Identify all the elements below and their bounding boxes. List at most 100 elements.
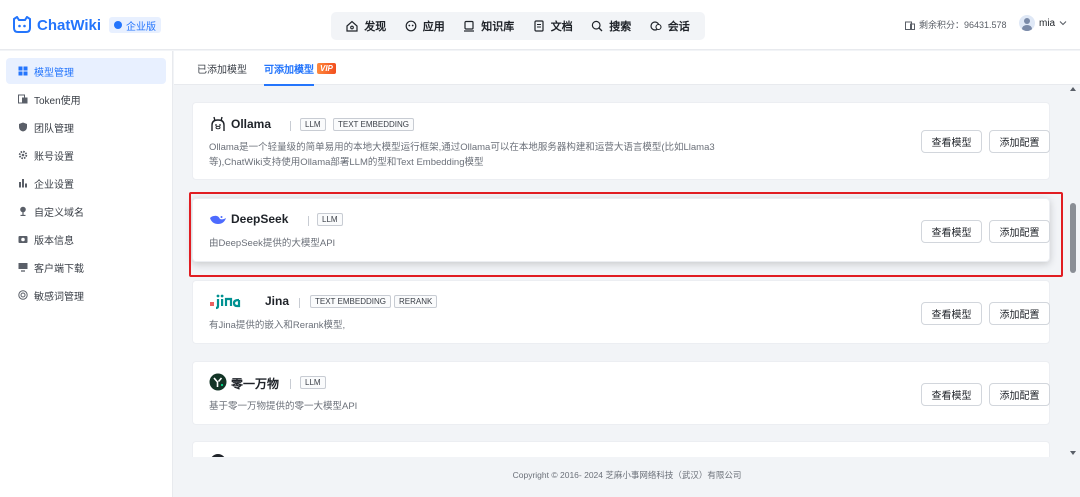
sidebar-item-token-usage[interactable]: Token使用 — [6, 86, 166, 112]
tab-label: 已添加模型 — [197, 64, 247, 76]
sidebar-item-account-settings[interactable]: 账号设置 — [6, 142, 166, 168]
enterprise-icon — [19, 179, 27, 188]
scroll-down-icon[interactable] — [1069, 449, 1077, 457]
knowledge-base-icon — [464, 20, 475, 32]
logo[interactable]: ChatWiki 企业版 — [12, 14, 162, 36]
model-name: Ollama — [231, 117, 272, 131]
jina-logo-icon — [210, 294, 241, 310]
sidebar-item-version-info[interactable]: 版本信息 — [6, 226, 166, 252]
nav-label: 文档 — [550, 21, 573, 33]
nav-chat[interactable]: 会话 — [646, 15, 694, 37]
sidebar-item-label: 账号设置 — [34, 151, 74, 163]
sidebar-item-sensitive-words[interactable]: 敏感词管理 — [6, 282, 166, 308]
chevron-down-icon — [1059, 21, 1067, 26]
sidebar-item-model-management[interactable]: 模型管理 — [6, 58, 166, 84]
model-name: 零一万物 — [231, 377, 280, 391]
title-divider — [308, 216, 309, 226]
nav-documents[interactable]: 文档 — [529, 15, 577, 37]
nav-discover[interactable]: 发现 — [342, 15, 390, 37]
search-icon — [592, 20, 603, 32]
model-card-yi: 零一万物 LLM 基于零一万物提供的零一大模型API 查看模型 添加配置 — [192, 361, 1050, 425]
model-tag: LLM — [317, 213, 343, 226]
title-divider — [299, 298, 300, 308]
sidebar-item-label: 客户端下载 — [34, 263, 84, 275]
avatar — [1019, 15, 1035, 31]
model-description: Ollama是一个轻量级的简单易用的本地大模型运行框架,通过Ollama可以在本… — [209, 142, 715, 168]
nav-search[interactable]: 搜索 — [587, 15, 635, 37]
scroll-thumb[interactable] — [1070, 203, 1076, 273]
model-tabs: 已添加模型 可添加模型 VIP — [174, 51, 1080, 86]
footer-copyright: Copyright © 2016- 2024 芝麻小事网络科技（武汉）有限公司 — [512, 470, 742, 480]
sidebar-item-label: 企业设置 — [34, 179, 74, 191]
tab-label: 可添加模型 — [264, 64, 314, 76]
sidebar: 模型管理 Token使用 团队管理 账号设置 企业设置 自定义域名 版本信息 客… — [0, 51, 173, 497]
main-content: 已添加模型 可添加模型 VIP Ollama LLM TEXT EMBEDDIN… — [174, 51, 1080, 497]
document-icon — [534, 20, 544, 32]
tab-added-models[interactable]: 已添加模型 — [197, 51, 247, 85]
user-name: mia — [1039, 17, 1056, 29]
title-divider — [290, 121, 291, 131]
user-menu[interactable]: mia — [1019, 15, 1067, 31]
sidebar-item-enterprise-settings[interactable]: 企业设置 — [6, 170, 166, 196]
add-config-button[interactable]: 添加配置 — [989, 220, 1050, 243]
model-tag: TEXT EMBEDDING — [333, 118, 414, 131]
download-icon — [18, 263, 28, 272]
sidebar-item-label: Token使用 — [34, 95, 81, 107]
sidebar-item-team-management[interactable]: 团队管理 — [6, 114, 166, 140]
account-settings-icon — [18, 150, 28, 160]
nav-knowledge-base[interactable]: 知识库 — [459, 15, 518, 37]
model-card-deepseek: DeepSeek LLM 由DeepSeek提供的大模型API 查看模型 添加配… — [192, 198, 1050, 262]
edition-badge: 企业版 — [109, 17, 162, 33]
app-name: ChatWiki — [37, 16, 102, 34]
deepseek-logo-icon — [210, 215, 226, 224]
add-config-button[interactable]: 添加配置 — [989, 302, 1050, 325]
sidebar-item-client-download[interactable]: 客户端下载 — [6, 254, 166, 280]
chatwiki-logo-icon — [13, 16, 31, 33]
model-description: 由DeepSeek提供的大模型API — [209, 238, 336, 249]
points-label: 剩余积分：96431.578 — [919, 20, 1007, 30]
model-description: 有Jina提供的嵌入和Rerank模型, — [209, 320, 346, 331]
version-icon — [18, 236, 28, 243]
model-description: 基于零一万物提供的零一大模型API — [209, 401, 358, 412]
edition-dot-icon — [114, 21, 123, 29]
nav-label: 搜索 — [609, 21, 632, 33]
model-tag: LLM — [300, 118, 326, 131]
model-name: Jina — [265, 294, 290, 308]
nav-label: 发现 — [364, 21, 387, 33]
tab-available-models[interactable]: 可添加模型 VIP — [264, 51, 336, 86]
points-balance: 剩余积分：96431.578 — [905, 18, 1007, 31]
nav-label: 会话 — [667, 21, 690, 33]
title-divider — [290, 379, 291, 389]
model-tag: RERANK — [394, 295, 438, 308]
add-config-button[interactable]: 添加配置 — [989, 383, 1050, 406]
view-models-button[interactable]: 查看模型 — [921, 130, 982, 153]
nav-label: 应用 — [422, 21, 445, 33]
model-card-ollama: Ollama LLM TEXT EMBEDDING Ollama是一个轻量级的简… — [192, 102, 1050, 180]
yi-logo-icon — [209, 373, 227, 391]
model-name: DeepSeek — [231, 212, 289, 226]
team-icon — [19, 122, 27, 132]
discover-icon — [346, 20, 358, 32]
chat-icon — [650, 21, 662, 31]
nav-label: 知识库 — [481, 21, 515, 33]
sidebar-item-label: 模型管理 — [34, 67, 74, 79]
model-logo-icon — [211, 454, 225, 457]
sidebar-item-custom-domain[interactable]: 自定义域名 — [6, 198, 166, 224]
token-icon — [18, 94, 28, 104]
model-tag: LLM — [300, 376, 326, 389]
sidebar-item-label: 团队管理 — [34, 123, 74, 135]
top-bar: ChatWiki 企业版 发现 应用 知识库 文档 搜索 会话 剩余积分：964… — [0, 0, 1080, 50]
sidebar-item-label: 敏感词管理 — [34, 291, 84, 303]
add-config-button[interactable]: 添加配置 — [989, 130, 1050, 153]
model-card-jina: Jina TEXT EMBEDDING RERANK 有Jina提供的嵌入和Re… — [192, 280, 1050, 344]
scrollbar[interactable] — [1068, 85, 1078, 457]
view-models-button[interactable]: 查看模型 — [921, 302, 982, 325]
view-models-button[interactable]: 查看模型 — [921, 220, 982, 243]
model-icon — [18, 66, 28, 76]
nav-apps[interactable]: 应用 — [401, 15, 449, 37]
sidebar-item-label: 自定义域名 — [34, 207, 84, 219]
scroll-up-icon[interactable] — [1069, 85, 1077, 93]
model-list: Ollama LLM TEXT EMBEDDING Ollama是一个轻量级的简… — [181, 85, 1080, 457]
edition-label: 企业版 — [126, 21, 157, 33]
view-models-button[interactable]: 查看模型 — [921, 383, 982, 406]
